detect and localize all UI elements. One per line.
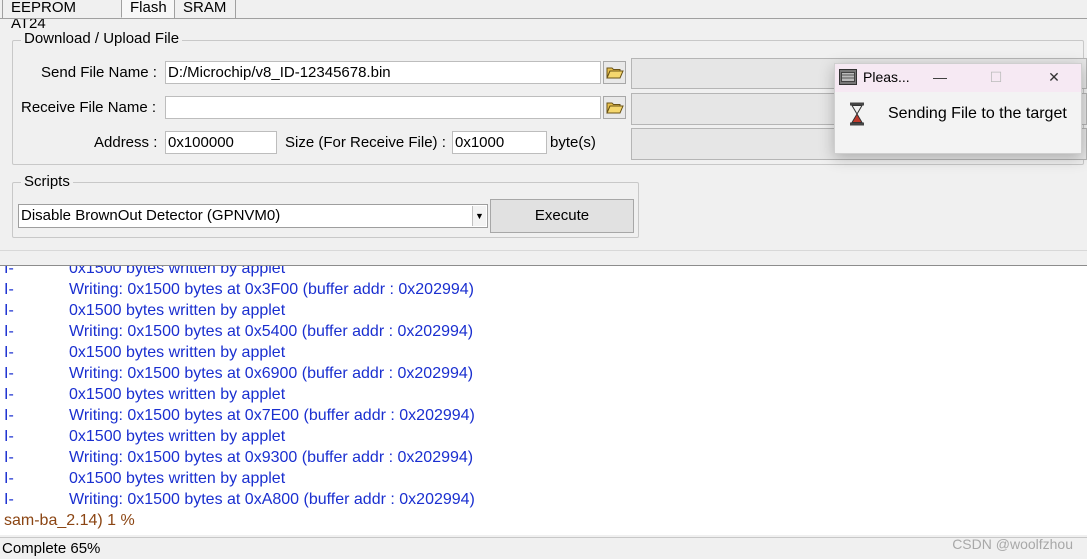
scripts-select[interactable]: Disable BrownOut Detector (GPNVM0) ▼	[18, 204, 488, 228]
tab-eeprom-at24[interactable]: EEPROM AT24	[2, 0, 122, 32]
panel-separator	[0, 250, 1087, 251]
size-input[interactable]: 0x1000	[452, 131, 547, 154]
log-line-prefix: I-	[4, 323, 14, 340]
console-prompt[interactable]: sam-ba_2.14) 1 %	[4, 510, 135, 531]
receive-browse-button[interactable]	[603, 96, 626, 119]
log-line-text: 0x1500 bytes written by applet	[69, 428, 286, 445]
status-text: Complete 65%	[2, 540, 101, 557]
folder-open-icon	[605, 67, 624, 78]
maximize-icon[interactable]: ☐	[981, 69, 1011, 86]
log-line-text: 0x1500 bytes written by applet	[69, 344, 286, 361]
log-line-text: 0x1500 bytes written by applet	[69, 302, 286, 319]
log-line-text: 0x1500 bytes written by applet	[69, 470, 286, 487]
log-console[interactable]: I- 0x1500 bytes written by applet I- Writin…	[0, 265, 1087, 535]
log-line-prefix: I-	[4, 265, 14, 277]
log-line-prefix: I-	[4, 302, 14, 319]
log-line: I- 0x1500 bytes written by applet	[4, 384, 1084, 405]
log-line-text: Writing: 0x1500 bytes at 0x6900 (buffer …	[69, 365, 474, 382]
minimize-icon[interactable]: —	[925, 69, 955, 85]
receive-file-input[interactable]	[165, 96, 601, 119]
send-file-label: Send File Name :	[41, 64, 157, 81]
log-line-text: Writing: 0x1500 bytes at 0x7E00 (buffer …	[69, 407, 475, 424]
status-bar: Complete 65%	[0, 537, 1087, 559]
send-file-input[interactable]: D:/Microchip/v8_ID-12345678.bin	[165, 61, 601, 84]
folder-open-icon	[605, 102, 624, 113]
receive-file-label: Receive File Name :	[21, 99, 157, 116]
log-line-prefix: I-	[4, 386, 14, 403]
hourglass-icon	[850, 102, 864, 126]
log-line-prefix: I-	[4, 407, 14, 424]
log-line: I- 0x1500 bytes written by applet	[4, 426, 1084, 447]
log-line-text: 0x1500 bytes written by applet	[69, 386, 286, 403]
log-line-text: Writing: 0x1500 bytes at 0xA800 (buffer …	[69, 491, 475, 508]
log-line: I- Writing: 0x1500 bytes at 0x7E00 (buffe…	[4, 405, 1084, 426]
log-line: I- 0x1500 bytes written by applet	[4, 265, 1084, 279]
dialog-title: Pleas...	[863, 69, 910, 85]
send-browse-button[interactable]	[603, 61, 626, 84]
log-line-text: Writing: 0x1500 bytes at 0x3F00 (buffer …	[69, 281, 474, 298]
tab-label: Flash	[130, 0, 167, 16]
scripts-selected-value: Disable BrownOut Detector (GPNVM0)	[21, 207, 281, 224]
scripts-title: Scripts	[21, 174, 73, 190]
log-line: I- 0x1500 bytes written by applet	[4, 300, 1084, 321]
tab-sram[interactable]: SRAM	[174, 0, 236, 19]
download-upload-title: Download / Upload File	[21, 31, 183, 47]
log-line: I- Writing: 0x1500 bytes at 0x9300 (buffe…	[4, 447, 1084, 468]
watermark-text: CSDN @woolfzhou	[952, 536, 1073, 552]
chevron-down-icon[interactable]: ▼	[472, 206, 486, 226]
close-icon[interactable]: ✕	[1039, 69, 1069, 86]
log-line: I- Writing: 0x1500 bytes at 0xA800 (buffe…	[4, 489, 1084, 510]
log-line: I- Writing: 0x1500 bytes at 0x3F00 (buffe…	[4, 279, 1084, 300]
log-line-prefix: I-	[4, 470, 14, 487]
app-icon	[839, 69, 857, 85]
dialog-titlebar[interactable]: Pleas... — ☐ ✕	[835, 64, 1081, 92]
address-label: Address :	[94, 134, 158, 151]
log-line: I- 0x1500 bytes written by applet	[4, 342, 1084, 363]
size-label: Size (For Receive File) :	[285, 134, 446, 151]
address-input[interactable]: 0x100000	[165, 131, 277, 154]
log-line-text: Writing: 0x1500 bytes at 0x9300 (buffer …	[69, 449, 474, 466]
log-line-prefix: I-	[4, 281, 14, 298]
progress-dialog: Pleas... — ☐ ✕ Sending File to the targe…	[834, 63, 1082, 154]
dialog-message: Sending File to the target	[888, 105, 1067, 122]
log-line-prefix: I-	[4, 491, 14, 508]
tab-label: SRAM	[183, 0, 227, 16]
execute-button[interactable]: Execute	[490, 199, 634, 233]
log-line-prefix: I-	[4, 449, 14, 466]
log-line: I- Writing: 0x1500 bytes at 0x6900 (buffe…	[4, 363, 1084, 384]
tab-label: EEPROM AT24	[11, 0, 77, 32]
log-line-prefix: I-	[4, 344, 14, 361]
log-line-text: 0x1500 bytes written by applet	[69, 265, 286, 277]
log-line: I- Writing: 0x1500 bytes at 0x5400 (buffe…	[4, 321, 1084, 342]
log-line-prefix: I-	[4, 365, 14, 382]
log-line: I- 0x1500 bytes written by applet	[4, 468, 1084, 489]
log-line-text: Writing: 0x1500 bytes at 0x5400 (buffer …	[69, 323, 474, 340]
tab-flash[interactable]: Flash	[121, 0, 175, 18]
size-unit-label: byte(s)	[550, 134, 596, 151]
tab-divider	[0, 18, 1087, 19]
log-line-prefix: I-	[4, 428, 14, 445]
